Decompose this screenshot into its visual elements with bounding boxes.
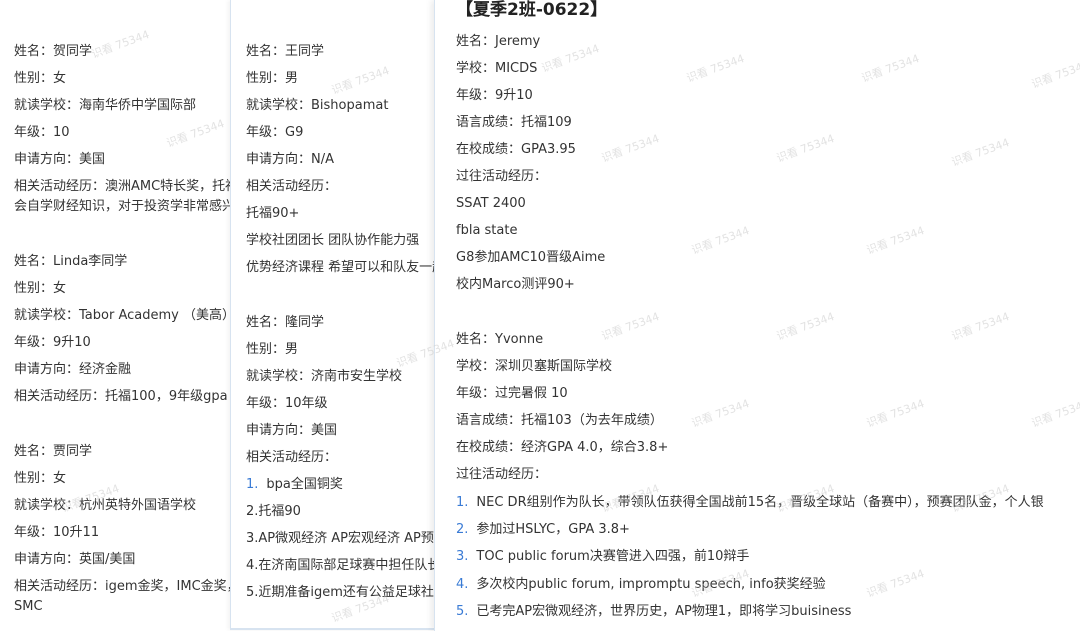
activity-item: 2.托福90	[246, 504, 301, 519]
activity-text: 已考完AP宏微观经济，世界历史，AP物理1，即将学习buisiness	[476, 604, 852, 619]
activity-item: 5.近期准备igem还有公益足球社的	[246, 585, 446, 600]
list-number: 1.	[246, 477, 259, 492]
student-name: 姓名：Jeremy	[456, 34, 541, 49]
student-direction: 申请方向：N/A	[246, 152, 334, 167]
school-gpa: 在校成绩：经济GPA 4.0，综合3.8+	[456, 440, 669, 455]
activity-item: fbla state	[456, 223, 518, 238]
student-grade: 年级：10年级	[246, 396, 328, 411]
activity-item: SSAT 2400	[456, 196, 526, 211]
school-gpa: 在校成绩：GPA3.95	[456, 142, 576, 157]
activity-item: 1. bpa全国铜奖	[246, 476, 343, 493]
list-number: 5.	[456, 604, 469, 619]
student-grade: 年级：10	[14, 125, 70, 140]
student-school: 就读学校：Tabor Academy （美高）	[14, 308, 235, 323]
student-grade: 年级：过完暑假 10	[456, 386, 568, 401]
student-gender: 性别：男	[246, 342, 299, 357]
list-number: 2.	[456, 522, 469, 537]
student-name: 姓名：王同学	[246, 44, 325, 59]
student-grade: 年级：G9	[246, 125, 304, 140]
language-score: 语言成绩：托福109	[456, 115, 572, 130]
student-grade: 年级：9升10	[14, 335, 91, 350]
class-title: 【夏季2班-0622】	[456, 0, 608, 20]
student-school: 就读学校：海南华侨中学国际部	[14, 98, 197, 113]
language-score: 语言成绩：托福103（为去年成绩）	[456, 413, 663, 428]
student-list-panel-right: 【夏季2班-0622】 姓名：Jeremy 学校：MICDS 年级：9升10 语…	[434, 0, 1080, 631]
activity-item: 学校社团团长 团队协作能力强	[246, 233, 420, 248]
activity-item: 4.在济南国际部足球赛中担任队长	[246, 558, 441, 573]
activities-label: 过往活动经历：	[456, 169, 548, 184]
student-activities: 相关活动经历：igem金奖，IMC金奖，	[14, 579, 240, 594]
student-school: 就读学校：Bishopamat	[246, 98, 389, 113]
student-list-panel-left: 姓名：贺同学 性别：女 就读学校：海南华侨中学国际部 年级：10 申请方向：美国…	[0, 0, 240, 631]
student-activities-continued: 会自学财经知识，对于投资学非常感兴	[14, 199, 236, 214]
student-name: 姓名：贾同学	[14, 444, 93, 459]
student-school: 就读学校：济南市安生学校	[246, 369, 403, 384]
list-number: 3.	[456, 549, 469, 564]
activity-text: NEC DR组别作为队长，带领队伍获得全国战前15名，晋级全球站（备赛中），预赛…	[476, 495, 1044, 510]
student-gender: 性别：女	[14, 471, 67, 486]
list-number: 1.	[456, 495, 469, 510]
student-activities: 相关活动经历：澳洲AMC特长奖，托福	[14, 179, 239, 194]
activity-item: G8参加AMC10晋级Aime	[456, 250, 606, 265]
activity-text: 多次校内public forum, impromptu speech, info…	[476, 577, 826, 592]
student-direction: 申请方向：经济金融	[14, 362, 132, 377]
activity-text: bpa全国铜奖	[266, 477, 343, 492]
activity-item: 3.AP微观经济 AP宏观经济 AP预备	[246, 531, 446, 546]
student-gender: 性别：女	[14, 71, 67, 86]
student-gender: 性别：女	[14, 281, 67, 296]
activities-label: 过往活动经历：	[456, 467, 548, 482]
student-name: 姓名：隆同学	[246, 315, 325, 330]
student-name: 姓名：贺同学	[14, 44, 93, 59]
activity-item: 3. TOC public forum决赛管进入四强，前10辩手	[456, 548, 749, 565]
student-activities-continued: SMC	[14, 599, 43, 614]
activity-item: 优势经济课程 希望可以和队友一起	[246, 260, 446, 275]
student-direction: 申请方向：美国	[246, 423, 338, 438]
activity-text: 参加过HSLYC，GPA 3.8+	[476, 522, 630, 537]
student-name: 姓名：Yvonne	[456, 332, 544, 347]
activity-item: 托福90+	[246, 206, 300, 221]
activity-item: 1. NEC DR组别作为队长，带领队伍获得全国战前15名，晋级全球站（备赛中），…	[456, 494, 1044, 511]
activity-item: 2. 参加过HSLYC，GPA 3.8+	[456, 521, 630, 538]
student-name: 姓名：Linda李同学	[14, 254, 128, 269]
student-list-panel-middle: 姓名：王同学 性别：男 就读学校：Bishopamat 年级：G9 申请方向：N…	[230, 0, 446, 630]
student-school: 就读学校：杭州英特外国语学校	[14, 498, 197, 513]
activities-label: 相关活动经历：	[246, 179, 338, 194]
student-school: 学校：MICDS	[456, 61, 538, 76]
activity-item: 校内Marco测评90+	[456, 277, 575, 292]
activity-text: TOC public forum决赛管进入四强，前10辩手	[476, 549, 750, 564]
student-school: 学校：深圳贝塞斯国际学校	[456, 359, 613, 374]
list-number: 4.	[456, 577, 469, 592]
student-grade: 年级：9升10	[456, 88, 533, 103]
student-gender: 性别：男	[246, 71, 299, 86]
student-grade: 年级：10升11	[14, 525, 100, 540]
student-direction: 申请方向：英国/美国	[14, 552, 136, 567]
activity-item: 4. 多次校内public forum, impromptu speech, in…	[456, 576, 826, 593]
student-direction: 申请方向：美国	[14, 152, 106, 167]
activity-item: 5. 已考完AP宏微观经济，世界历史，AP物理1，即将学习buisiness	[456, 603, 851, 620]
student-activities: 相关活动经历：托福100，9年级gpa 3	[14, 389, 240, 404]
activities-label: 相关活动经历：	[246, 450, 338, 465]
